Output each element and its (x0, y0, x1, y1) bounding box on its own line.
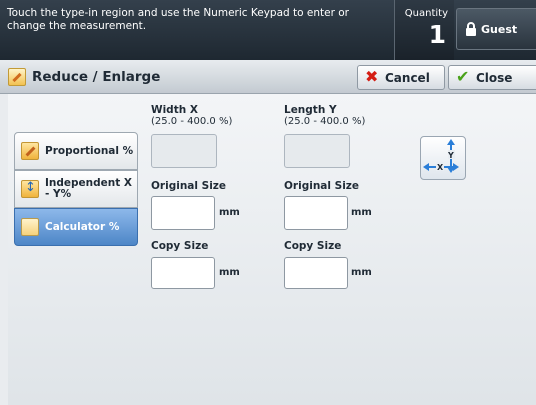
quantity-display: Quantity 1 (394, 0, 454, 60)
cancel-x-icon: ✖ (365, 67, 379, 86)
reduce-enlarge-icon (8, 68, 26, 86)
length-y-copy-size-label: Copy Size (284, 240, 342, 252)
width-x-original-size-label: Original Size (151, 180, 227, 192)
x-axis-label: X (437, 163, 444, 172)
proportional-icon (21, 142, 39, 160)
close-label: Close (476, 71, 513, 85)
guest-label: Guest (481, 23, 518, 36)
quantity-value: 1 (428, 20, 446, 49)
title-bar: Reduce / Enlarge ✖ Cancel ✔ Close (0, 60, 536, 94)
width-x-original-unit: mm (219, 207, 240, 218)
mode-calculator-button[interactable]: Calculator % (14, 208, 138, 246)
calculator-icon (21, 218, 39, 236)
checkmark-icon: ✔ (456, 67, 470, 86)
cancel-button[interactable]: ✖ Cancel (357, 65, 445, 90)
length-y-original-unit: mm (351, 207, 372, 218)
width-x-copy-size-label: Copy Size (151, 240, 209, 252)
width-x-copy-unit: mm (219, 267, 240, 278)
xy-diagram-icon: X Y (420, 136, 466, 180)
length-y-copy-size-field[interactable] (284, 257, 348, 289)
mode-independent-button[interactable]: Independent X - Y% (14, 170, 138, 208)
length-y-original-size-label: Original Size (284, 180, 360, 192)
length-y-range: (25.0 - 400.0 %) (284, 116, 366, 127)
mode-label: Proportional % (45, 145, 134, 157)
mode-label: Independent X - Y% (45, 177, 133, 200)
instruction-message: Touch the type-in region and use the Num… (7, 7, 349, 32)
guest-button[interactable]: Guest (456, 8, 536, 50)
page-title: Reduce / Enlarge (32, 69, 161, 85)
mode-label: Calculator % (45, 221, 120, 233)
width-x-copy-size-field[interactable] (151, 257, 215, 289)
length-y-percent-field[interactable] (284, 134, 350, 168)
length-y-original-size-field[interactable] (284, 196, 348, 230)
y-axis-label: Y (447, 151, 454, 160)
message-bar: Touch the type-in region and use the Num… (0, 0, 536, 60)
quantity-label: Quantity (404, 8, 448, 19)
length-y-copy-unit: mm (351, 267, 372, 278)
length-y-title: Length Y (284, 104, 337, 116)
width-x-title: Width X (151, 104, 198, 116)
width-x-range: (25.0 - 400.0 %) (151, 116, 233, 127)
width-x-original-size-field[interactable] (151, 196, 215, 230)
close-button[interactable]: ✔ Close (448, 65, 536, 90)
independent-icon (21, 180, 39, 198)
width-x-percent-field[interactable] (151, 134, 217, 168)
xy-arrows-icon: X Y (423, 139, 459, 173)
mode-proportional-button[interactable]: Proportional % (14, 132, 138, 170)
cancel-label: Cancel (385, 71, 430, 85)
lock-icon (466, 22, 476, 36)
